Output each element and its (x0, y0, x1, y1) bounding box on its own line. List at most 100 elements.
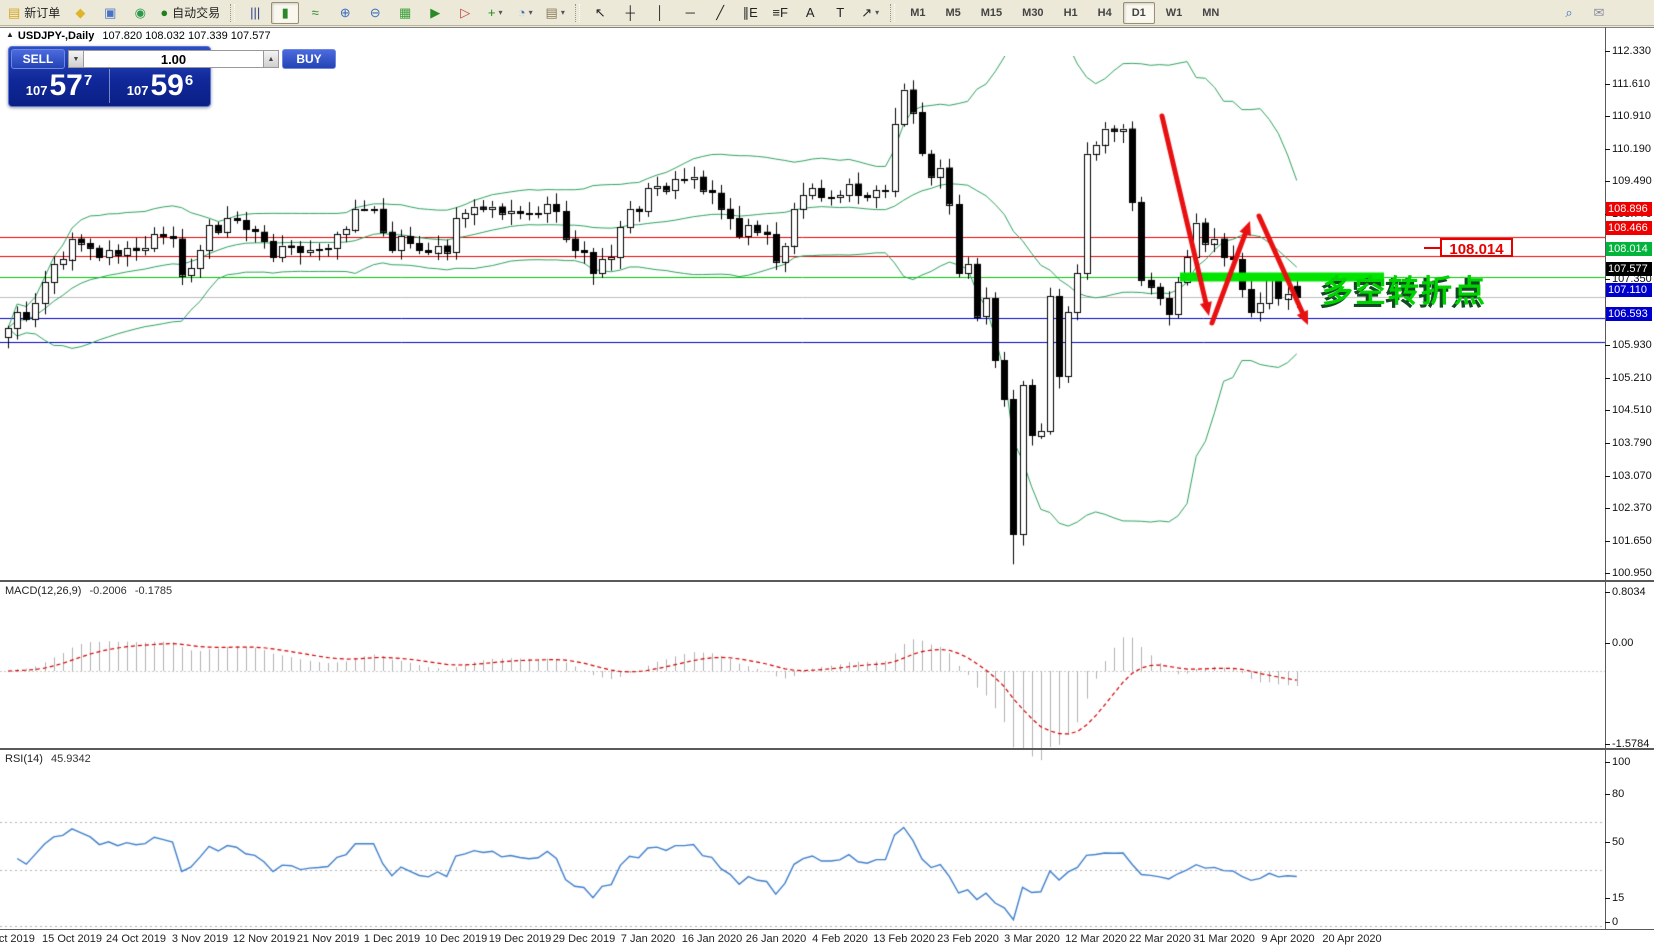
main-chart-canvas[interactable] (0, 56, 1605, 609)
timeframe-m15[interactable]: M15 (972, 2, 1011, 24)
arrows-button[interactable]: ↗▾ (856, 2, 884, 24)
price-axis-badge: 108.466 (1606, 221, 1652, 235)
collapse-trade-panel-icon[interactable]: ▲ (6, 30, 14, 39)
periods-button[interactable]: ◔▾ (511, 2, 539, 24)
candlestick-chart-button[interactable]: ▮ (271, 2, 299, 24)
timeframe-h1-label: H1 (1059, 5, 1083, 21)
trendline-button[interactable]: ╱ (706, 2, 734, 24)
rsi-axis-label: 0 (1612, 916, 1618, 928)
buy-price-handle: 107 (127, 83, 149, 98)
timeframe-d1-label: D1 (1127, 5, 1151, 21)
date-axis-label: 5 Oct 2019 (0, 933, 35, 945)
dropdown-caret-icon: ▾ (498, 8, 502, 17)
navigator-button[interactable]: ◉ (126, 2, 154, 24)
axis-tick (1605, 508, 1610, 509)
timeframe-h4[interactable]: H4 (1089, 2, 1121, 24)
date-axis-label: 3 Mar 2020 (1004, 933, 1060, 945)
date-axis-label: 13 Feb 2020 (873, 933, 935, 945)
zoom-in-button[interactable]: ⊕ (331, 2, 359, 24)
rsi-axis-label: 80 (1612, 788, 1624, 800)
text-label-button[interactable]: T (826, 2, 854, 24)
navigator-icon: ◉ (135, 5, 146, 21)
vertical-line-button[interactable]: │ (646, 2, 674, 24)
chat-icon: ✉ (1594, 5, 1605, 21)
macd-panel-canvas[interactable] (0, 610, 1605, 776)
market-watch-icon: ◆ (75, 5, 85, 21)
macd-main-value: -0.2006 (89, 585, 126, 597)
panel-separator-rsi[interactable] (0, 748, 1654, 750)
mt4-terminal: ▤新订单◆▣◉●自动交易|||▮≈⊕⊖▦▶▷+▾◔▾▤▾↖┼│─╱∥E≡FAT↗… (0, 0, 1654, 946)
timeframe-h1[interactable]: H1 (1055, 2, 1087, 24)
tile-windows-button[interactable]: ▦ (391, 2, 419, 24)
axis-tick (1605, 592, 1610, 593)
line-chart-button[interactable]: ≈ (301, 2, 329, 24)
zoom-out-button[interactable]: ⊖ (361, 2, 389, 24)
price-tag-108014[interactable]: 108.014 (1440, 238, 1513, 257)
toolbar-grip[interactable] (575, 4, 580, 22)
axis-tick (1605, 762, 1610, 763)
rsi-panel-canvas[interactable] (0, 778, 1605, 946)
timeframe-d1[interactable]: D1 (1123, 2, 1155, 24)
crosshair-icon: ┼ (626, 5, 635, 21)
equidistant-channel-button[interactable]: ∥E (736, 2, 764, 24)
macd-axis-label: -1.5784 (1612, 738, 1649, 750)
price-axis-label: 110.910 (1612, 110, 1651, 122)
panel-separator-macd[interactable] (0, 580, 1654, 582)
auto-trading-button[interactable]: ●自动交易 (156, 2, 224, 24)
market-watch-button[interactable]: ◆ (66, 2, 94, 24)
line-chart-icon: ≈ (312, 5, 319, 21)
auto-trading-icon: ● (160, 5, 168, 21)
rsi-name: RSI(14) (5, 753, 43, 765)
new-order-icon: ▤ (8, 5, 20, 21)
date-axis-label: 31 Mar 2020 (1193, 933, 1255, 945)
axis-tick (1605, 51, 1610, 52)
search-button[interactable]: ⌕ (1555, 2, 1583, 24)
date-axis-label: 29 Dec 2019 (553, 933, 615, 945)
indicators-button[interactable]: +▾ (481, 2, 509, 24)
timeframe-m1[interactable]: M1 (901, 2, 934, 24)
zoom-in-icon: ⊕ (340, 5, 351, 21)
fibonacci-button[interactable]: ≡F (766, 2, 794, 24)
volume-input[interactable] (84, 50, 263, 68)
cursor-icon: ↖ (595, 5, 606, 21)
chat-button[interactable]: ✉ (1585, 2, 1613, 24)
one-click-trading-panel: SELL ▼ ▲ BUY 107 57 7 107 59 6 (8, 46, 211, 107)
auto-scroll-button[interactable]: ▶ (421, 2, 449, 24)
text-button[interactable]: A (796, 2, 824, 24)
timeframe-m5[interactable]: M5 (936, 2, 969, 24)
tile-windows-icon: ▦ (399, 5, 411, 21)
price-axis-label: 102.370 (1612, 502, 1652, 514)
buy-price[interactable]: 107 59 6 (109, 69, 210, 103)
templates-icon: ▤ (546, 5, 558, 21)
new-order-button[interactable]: ▤新订单 (4, 2, 64, 24)
auto-trading-button-label: 自动交易 (172, 4, 220, 21)
cursor-button[interactable]: ↖ (586, 2, 614, 24)
buy-button[interactable]: BUY (282, 49, 336, 69)
date-axis-label: 9 Apr 2020 (1261, 933, 1314, 945)
templates-button[interactable]: ▤▾ (541, 2, 569, 24)
toolbar-grip[interactable] (890, 4, 895, 22)
turning-point-annotation[interactable]: 多空转折点 (1322, 266, 1487, 311)
volume-decrease-button[interactable]: ▼ (68, 50, 84, 68)
horizontal-line-button[interactable]: ─ (676, 2, 704, 24)
sell-button[interactable]: SELL (11, 49, 65, 69)
chart-shift-icon: ▷ (460, 5, 470, 21)
sell-price[interactable]: 107 57 7 (9, 69, 109, 103)
macd-label: MACD(12,26,9) -0.2006 -0.1785 (5, 585, 172, 597)
buy-price-point: 6 (185, 72, 193, 89)
timeframe-w1[interactable]: W1 (1157, 2, 1192, 24)
date-axis-label: 15 Oct 2019 (42, 933, 102, 945)
bar-chart-button[interactable]: ||| (241, 2, 269, 24)
trendline-icon: ╱ (716, 5, 724, 21)
crosshair-button[interactable]: ┼ (616, 2, 644, 24)
axis-tick (1605, 345, 1610, 346)
timeframe-m30[interactable]: M30 (1013, 2, 1052, 24)
date-axis-label: 10 Dec 2019 (425, 933, 487, 945)
toolbar-grip[interactable] (230, 4, 235, 22)
dropdown-caret-icon: ▾ (875, 8, 879, 17)
date-axis-label: 19 Dec 2019 (489, 933, 551, 945)
chart-shift-button[interactable]: ▷ (451, 2, 479, 24)
volume-increase-button[interactable]: ▲ (263, 50, 279, 68)
timeframe-mn[interactable]: MN (1193, 2, 1228, 24)
data-window-button[interactable]: ▣ (96, 2, 124, 24)
